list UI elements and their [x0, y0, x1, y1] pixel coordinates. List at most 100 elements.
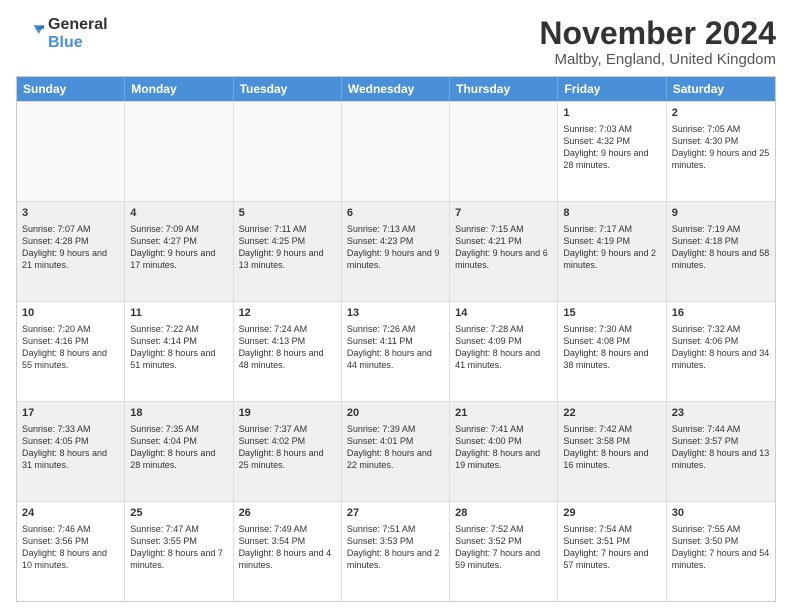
day-number: 24	[22, 506, 119, 521]
header-sunday: Sunday	[17, 77, 125, 101]
cell-info: Sunrise: 7:20 AM Sunset: 4:16 PM Dayligh…	[22, 323, 119, 372]
cell-info: Sunrise: 7:26 AM Sunset: 4:11 PM Dayligh…	[347, 323, 444, 372]
day-number: 6	[347, 206, 444, 221]
calendar-header: Sunday Monday Tuesday Wednesday Thursday…	[17, 77, 775, 101]
calendar-body: 1 Sunrise: 7:03 AM Sunset: 4:32 PM Daylig…	[17, 101, 775, 601]
cell-info: Sunrise: 7:55 AM Sunset: 3:50 PM Dayligh…	[672, 523, 770, 572]
day-number: 7	[455, 206, 552, 221]
day-number: 9	[672, 206, 770, 221]
cell-info: Sunrise: 7:28 AM Sunset: 4:09 PM Dayligh…	[455, 323, 552, 372]
day-number: 23	[672, 406, 770, 421]
cal-cell-r5-c4: 27 Sunrise: 7:51 AM Sunset: 3:53 PM Dayli…	[342, 502, 450, 601]
cal-cell-r5-c2: 25 Sunrise: 7:47 AM Sunset: 3:55 PM Dayli…	[125, 502, 233, 601]
day-number: 3	[22, 206, 119, 221]
cal-cell-r4-c2: 18Sunrise: 7:35 AM Sunset: 4:04 PM Dayli…	[125, 402, 233, 501]
day-number: 12	[239, 306, 336, 321]
calendar-row-2: 3Sunrise: 7:07 AM Sunset: 4:28 PM Daylig…	[17, 201, 775, 301]
cell-info: Sunrise: 7:30 AM Sunset: 4:08 PM Dayligh…	[563, 323, 660, 372]
day-number: 4	[130, 206, 227, 221]
cell-info: Sunrise: 7:13 AM Sunset: 4:23 PM Dayligh…	[347, 223, 444, 272]
day-number: 5	[239, 206, 336, 221]
day-number: 14	[455, 306, 552, 321]
day-number: 18	[130, 406, 227, 421]
calendar-row-3: 10 Sunrise: 7:20 AM Sunset: 4:16 PM Dayli…	[17, 301, 775, 401]
cell-info: Sunrise: 7:33 AM Sunset: 4:05 PM Dayligh…	[22, 423, 119, 472]
cell-info: Sunrise: 7:22 AM Sunset: 4:14 PM Dayligh…	[130, 323, 227, 372]
cal-cell-r5-c7: 30 Sunrise: 7:55 AM Sunset: 3:50 PM Dayli…	[667, 502, 775, 601]
cell-info: Sunrise: 7:05 AM Sunset: 4:30 PM Dayligh…	[672, 123, 770, 172]
cell-info: Sunrise: 7:51 AM Sunset: 3:53 PM Dayligh…	[347, 523, 444, 572]
day-number: 27	[347, 506, 444, 521]
cal-cell-r1-c5	[450, 102, 558, 201]
header: General Blue November 2024 Maltby, Engla…	[16, 16, 776, 68]
day-number: 30	[672, 506, 770, 521]
cell-info: Sunrise: 7:17 AM Sunset: 4:19 PM Dayligh…	[563, 223, 660, 272]
cal-cell-r2-c4: 6 Sunrise: 7:13 AM Sunset: 4:23 PM Daylig…	[342, 202, 450, 301]
month-title: November 2024	[539, 16, 776, 51]
day-number: 16	[672, 306, 770, 321]
cal-cell-r2-c3: 5 Sunrise: 7:11 AM Sunset: 4:25 PM Daylig…	[234, 202, 342, 301]
calendar: Sunday Monday Tuesday Wednesday Thursday…	[16, 76, 776, 602]
cal-cell-r1-c6: 1 Sunrise: 7:03 AM Sunset: 4:32 PM Daylig…	[558, 102, 666, 201]
cal-cell-r5-c6: 29 Sunrise: 7:54 AM Sunset: 3:51 PM Dayli…	[558, 502, 666, 601]
cal-cell-r3-c6: 15Sunrise: 7:30 AM Sunset: 4:08 PM Dayli…	[558, 302, 666, 401]
cal-cell-r2-c2: 4 Sunrise: 7:09 AM Sunset: 4:27 PM Daylig…	[125, 202, 233, 301]
header-friday: Friday	[558, 77, 666, 101]
cal-cell-r4-c7: 23 Sunrise: 7:44 AM Sunset: 3:57 PM Dayli…	[667, 402, 775, 501]
cell-info: Sunrise: 7:41 AM Sunset: 4:00 PM Dayligh…	[455, 423, 552, 472]
cal-cell-r4-c5: 21 Sunrise: 7:41 AM Sunset: 4:00 PM Dayli…	[450, 402, 558, 501]
cell-info: Sunrise: 7:54 AM Sunset: 3:51 PM Dayligh…	[563, 523, 660, 572]
cal-cell-r4-c1: 17 Sunrise: 7:33 AM Sunset: 4:05 PM Dayli…	[17, 402, 125, 501]
calendar-row-4: 17 Sunrise: 7:33 AM Sunset: 4:05 PM Dayli…	[17, 401, 775, 501]
day-number: 10	[22, 306, 119, 321]
cell-info: Sunrise: 7:42 AM Sunset: 3:58 PM Dayligh…	[563, 423, 660, 472]
cell-info: Sunrise: 7:24 AM Sunset: 4:13 PM Dayligh…	[239, 323, 336, 372]
cal-cell-r5-c3: 26 Sunrise: 7:49 AM Sunset: 3:54 PM Dayli…	[234, 502, 342, 601]
day-number: 29	[563, 506, 660, 521]
cal-cell-r2-c1: 3Sunrise: 7:07 AM Sunset: 4:28 PM Daylig…	[17, 202, 125, 301]
cal-cell-r3-c1: 10 Sunrise: 7:20 AM Sunset: 4:16 PM Dayli…	[17, 302, 125, 401]
header-saturday: Saturday	[667, 77, 775, 101]
cell-info: Sunrise: 7:47 AM Sunset: 3:55 PM Dayligh…	[130, 523, 227, 572]
cal-cell-r3-c3: 12 Sunrise: 7:24 AM Sunset: 4:13 PM Dayli…	[234, 302, 342, 401]
cal-cell-r5-c1: 24 Sunrise: 7:46 AM Sunset: 3:56 PM Dayli…	[17, 502, 125, 601]
page: General Blue November 2024 Maltby, Engla…	[0, 0, 792, 612]
day-number: 25	[130, 506, 227, 521]
cell-info: Sunrise: 7:44 AM Sunset: 3:57 PM Dayligh…	[672, 423, 770, 472]
cal-cell-r1-c7: 2Sunrise: 7:05 AM Sunset: 4:30 PM Daylig…	[667, 102, 775, 201]
day-number: 1	[563, 106, 660, 121]
day-number: 21	[455, 406, 552, 421]
cell-info: Sunrise: 7:46 AM Sunset: 3:56 PM Dayligh…	[22, 523, 119, 572]
cell-info: Sunrise: 7:11 AM Sunset: 4:25 PM Dayligh…	[239, 223, 336, 272]
cell-info: Sunrise: 7:32 AM Sunset: 4:06 PM Dayligh…	[672, 323, 770, 372]
day-number: 11	[130, 306, 227, 321]
cal-cell-r4-c3: 19Sunrise: 7:37 AM Sunset: 4:02 PM Dayli…	[234, 402, 342, 501]
day-number: 26	[239, 506, 336, 521]
calendar-row-5: 24 Sunrise: 7:46 AM Sunset: 3:56 PM Dayli…	[17, 501, 775, 601]
header-monday: Monday	[125, 77, 233, 101]
day-number: 17	[22, 406, 119, 421]
cell-info: Sunrise: 7:39 AM Sunset: 4:01 PM Dayligh…	[347, 423, 444, 472]
cal-cell-r1-c1	[17, 102, 125, 201]
logo: General Blue	[16, 16, 108, 51]
cal-cell-r1-c2	[125, 102, 233, 201]
cal-cell-r4-c6: 22 Sunrise: 7:42 AM Sunset: 3:58 PM Dayli…	[558, 402, 666, 501]
header-tuesday: Tuesday	[234, 77, 342, 101]
cal-cell-r3-c5: 14 Sunrise: 7:28 AM Sunset: 4:09 PM Dayli…	[450, 302, 558, 401]
title-section: November 2024 Maltby, England, United Ki…	[539, 16, 776, 68]
cell-info: Sunrise: 7:19 AM Sunset: 4:18 PM Dayligh…	[672, 223, 770, 272]
cell-info: Sunrise: 7:37 AM Sunset: 4:02 PM Dayligh…	[239, 423, 336, 472]
cell-info: Sunrise: 7:52 AM Sunset: 3:52 PM Dayligh…	[455, 523, 552, 572]
cal-cell-r3-c2: 11 Sunrise: 7:22 AM Sunset: 4:14 PM Dayli…	[125, 302, 233, 401]
header-thursday: Thursday	[450, 77, 558, 101]
logo-text: General Blue	[48, 16, 108, 51]
cal-cell-r2-c7: 9 Sunrise: 7:19 AM Sunset: 4:18 PM Daylig…	[667, 202, 775, 301]
cal-cell-r2-c5: 7Sunrise: 7:15 AM Sunset: 4:21 PM Daylig…	[450, 202, 558, 301]
cal-cell-r1-c3	[234, 102, 342, 201]
logo-general-label: General	[48, 16, 108, 34]
cell-info: Sunrise: 7:49 AM Sunset: 3:54 PM Dayligh…	[239, 523, 336, 572]
calendar-row-1: 1 Sunrise: 7:03 AM Sunset: 4:32 PM Daylig…	[17, 101, 775, 201]
cell-info: Sunrise: 7:03 AM Sunset: 4:32 PM Dayligh…	[563, 123, 660, 172]
day-number: 22	[563, 406, 660, 421]
cell-info: Sunrise: 7:09 AM Sunset: 4:27 PM Dayligh…	[130, 223, 227, 272]
